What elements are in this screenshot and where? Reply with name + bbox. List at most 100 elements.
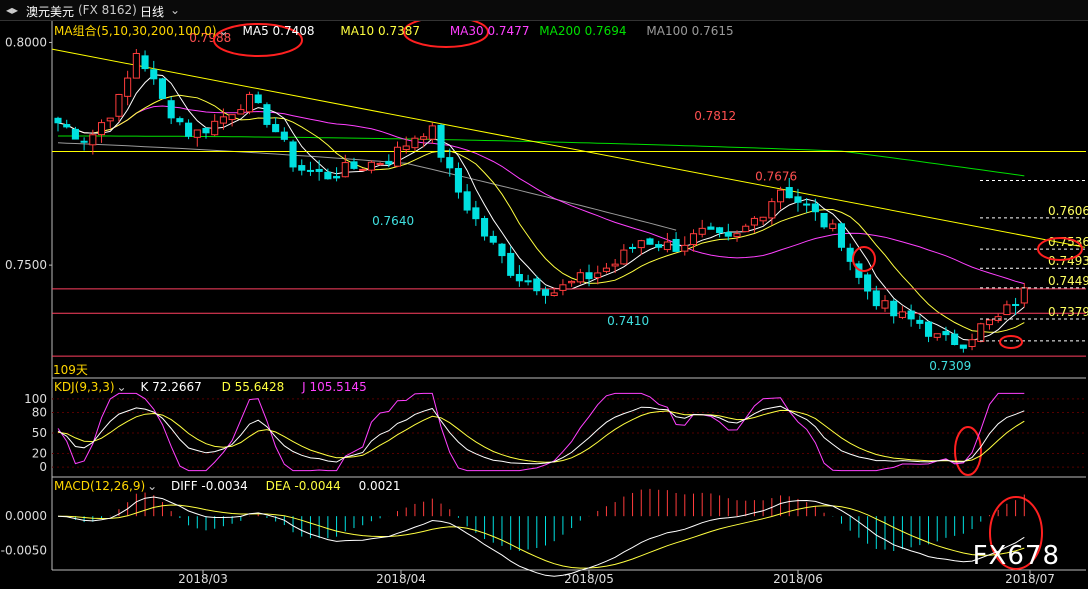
macd-label[interactable]: MACD(12,26,9) [54,479,145,493]
candle-body [228,114,236,121]
candle-body [1012,303,1020,306]
candle-body [663,241,671,251]
candle-body [376,162,384,166]
candle-body [106,117,114,122]
macd-dea-value: DEA -0.0044 [265,479,341,493]
candle-body [924,321,933,337]
candle-body [428,125,436,140]
candle-body [742,225,750,233]
candle-body [289,141,297,168]
candle-body [263,104,271,125]
x-tick-label: 2018/07 [1005,572,1055,586]
kdj-tick-label: 20 [32,447,47,461]
candle-body [393,146,402,167]
candle-body [602,267,610,272]
kdj-label[interactable]: KDJ(9,3,3) [54,380,115,394]
candle-body [1020,287,1028,304]
candle-body [977,323,985,342]
ma200-line [58,135,1025,177]
candle-body [254,94,262,104]
candle-body [585,272,593,280]
candle-body [872,290,880,307]
candle-body [541,289,550,296]
candle-body [829,223,837,229]
macd-tick-label: -0.0050 [1,544,47,558]
candle-body [350,161,358,169]
candle-body [533,278,541,292]
candle-body [446,157,454,169]
candle-body [811,203,819,213]
candle-body [785,187,793,199]
candle-body [315,168,323,172]
candle-body [306,169,315,172]
candle-body [124,77,132,97]
candle-body [80,140,88,143]
price-label: 0.7410 [607,314,649,328]
candle-body [507,252,515,276]
candle-body [916,319,924,324]
level-label: 0.7606 [1048,204,1088,218]
candle-body [864,274,872,292]
candle-body [985,319,994,326]
candle-body [820,212,828,228]
kdj-tick-label: 80 [32,406,47,420]
candle-body [959,344,967,349]
chevron-down-icon[interactable]: ⌄ [170,3,180,17]
candle-body [141,55,149,70]
candle-body [324,171,332,180]
candle-body [167,100,175,119]
candle-body [942,331,950,336]
candle-body [698,227,706,235]
candle-body [158,78,167,99]
candle-body [298,165,306,171]
candle-body [132,52,140,79]
candle-body [646,238,654,245]
candle-body [881,300,889,309]
macd-hist-value: 0.0021 [358,479,401,493]
candle-body [280,131,288,140]
ma-legend: MA组合(5,10,30,200,100,0) ⌄ MA5 0.7408 MA10… [54,22,734,39]
candle-body [97,122,106,136]
candle-body [515,274,523,282]
candle-body [54,117,62,124]
ma-group-label[interactable]: MA组合(5,10,30,200,100,0) [54,24,217,38]
macd-diff-value: DIFF -0.0034 [171,479,248,493]
level-label: 0.7449 [1048,274,1088,288]
kdj-j-value: J 105.5145 [302,380,367,394]
chevron-down-icon[interactable]: ⌄ [219,24,229,38]
candle-body [672,238,680,252]
candle-body [524,280,532,283]
menu-arrow-icon[interactable]: ◂▸ [6,3,18,17]
candle-body [193,129,201,138]
candle-body [724,231,732,237]
candle-body [437,124,445,158]
candle-body [594,272,602,279]
period-selector[interactable]: 日线 [140,3,164,20]
candle-body [768,201,776,219]
candle-body [359,168,367,171]
candle-body [637,240,645,249]
candle-body [716,227,724,234]
candle-body [185,122,193,137]
candle-body [481,218,489,237]
chevron-down-icon[interactable]: ⌄ [117,380,127,394]
watermark: FX678 [972,541,1060,571]
ma5-value: MA5 0.7408 [242,24,315,38]
candle-body [951,333,959,345]
chart-header: ◂▸ 澳元美元 (FX 8162) 日线 ⌄ [0,0,1088,21]
candle-body [489,235,497,243]
candle-body [402,145,410,151]
x-tick-label: 2018/05 [564,572,614,586]
candle-body [733,233,741,237]
chevron-down-icon[interactable]: ⌄ [147,479,157,493]
ma100-line [57,142,677,231]
kdj-k-value: K 72.2667 [140,380,202,394]
candle-body [890,300,898,317]
candle-body [420,136,428,140]
days-count-label: 109天 [53,363,88,377]
y-tick-label: 0.7500 [5,258,47,272]
candle-body [115,93,123,117]
candle-body [750,217,758,226]
candle-body [759,216,767,222]
price-label: 0.7640 [372,214,414,228]
